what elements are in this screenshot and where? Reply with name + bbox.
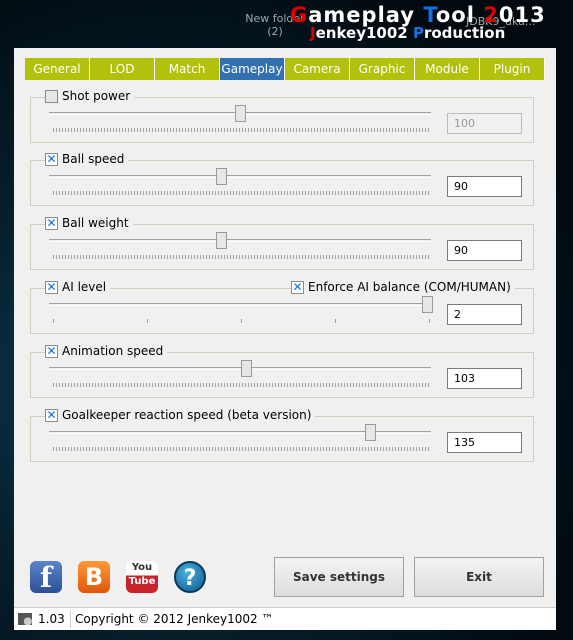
value-field[interactable]: 90 — [447, 240, 522, 261]
setting-toggle[interactable]: Shot power — [45, 89, 135, 103]
app-subtitle: Jenkey1002 Production — [310, 24, 506, 42]
checkbox[interactable]: ✕ — [291, 280, 304, 294]
setting-label: AI level — [62, 280, 107, 294]
blogger-icon[interactable]: B — [78, 561, 110, 593]
checkbox[interactable]: ✕ — [45, 280, 58, 294]
enforce-ai-balance-toggle[interactable]: ✕ Enforce AI balance (COM/HUMAN) — [291, 280, 515, 294]
status-divider — [70, 610, 71, 628]
slider-thumb[interactable] — [422, 296, 433, 313]
tab-match[interactable]: Match — [155, 58, 220, 80]
value-field[interactable]: 135 — [447, 432, 522, 453]
setting-toggle[interactable]: ✕ Ball weight — [45, 216, 133, 230]
help-icon[interactable]: ? — [174, 561, 206, 593]
setting-toggle[interactable]: ✕ Ball speed — [45, 152, 129, 166]
slider-thumb[interactable] — [215, 168, 227, 185]
slider-ticks — [53, 383, 431, 387]
slider-ticks — [53, 447, 431, 451]
slider-tick — [53, 319, 54, 323]
slider-track[interactable] — [49, 239, 431, 242]
group-ball: ✕ Ball speed 90 — [30, 152, 534, 206]
setting-toggle[interactable]: ✕ AI level — [45, 280, 111, 294]
setting-label: Animation speed — [62, 344, 164, 358]
tab-module[interactable]: Module — [415, 58, 480, 80]
group-ai: ✕ AI level ✕ Enforce AI balance (COM/HUMAN)… — [30, 280, 534, 334]
save-settings-button[interactable]: Save settings — [274, 557, 404, 597]
tab-lod[interactable]: LOD — [90, 58, 155, 80]
slider-track[interactable] — [49, 303, 431, 306]
version-label: 1.03 — [38, 612, 65, 626]
setting-label: Ball weight — [62, 216, 129, 230]
copyright-label: Copyright © 2012 Jenkey1002 ™ — [75, 612, 274, 626]
group-shot: Shot power 100 — [30, 89, 534, 143]
slider-thumb[interactable] — [364, 424, 376, 441]
checkbox[interactable] — [45, 89, 58, 103]
slider-ticks — [53, 191, 431, 195]
group-animation: ✕ Animation speed 103 — [30, 344, 534, 398]
slider-ticks — [53, 255, 431, 259]
setting-toggle[interactable]: ✕ Animation speed — [45, 344, 168, 358]
tab-general[interactable]: General — [25, 58, 90, 80]
slider-ticks — [53, 128, 431, 132]
setting-label: Goalkeeper reaction speed (beta version) — [62, 408, 312, 422]
group-ball: ✕ Ball weight 90 — [30, 216, 534, 270]
slider-thumb[interactable] — [235, 105, 246, 122]
status-bar: 1.03 Copyright © 2012 Jenkey1002 ™ — [14, 607, 556, 630]
slider-tick — [147, 319, 148, 323]
slider-thumb[interactable] — [240, 360, 252, 377]
slider-tick — [429, 319, 430, 323]
tab-plugin[interactable]: Plugin — [480, 58, 545, 80]
setting-label: Ball speed — [62, 152, 125, 166]
youtube-icon[interactable]: You Tube — [126, 561, 158, 593]
checkbox[interactable]: ✕ — [45, 344, 58, 358]
slider-tick — [335, 319, 336, 323]
value-field[interactable]: 103 — [447, 368, 522, 389]
tab-camera[interactable]: Camera — [285, 58, 350, 80]
tab-bar: General LOD Match Gameplay Camera Graphic Modu… — [25, 58, 545, 80]
main-window: General LOD Match Gameplay Camera Graphic Modu… — [14, 48, 556, 630]
checkbox[interactable]: ✕ — [45, 216, 58, 230]
group-goalkeeper: ✕ Goalkeeper reaction speed (beta version… — [30, 408, 534, 462]
checkbox[interactable]: ✕ — [45, 152, 58, 166]
disc-icon — [18, 613, 32, 625]
tab-gameplay[interactable]: Gameplay — [220, 58, 285, 80]
value-field[interactable]: 2 — [447, 304, 522, 325]
setting-toggle[interactable]: ✕ Goalkeeper reaction speed (beta version… — [45, 408, 316, 422]
exit-button[interactable]: Exit — [414, 557, 544, 597]
checkbox[interactable]: ✕ — [45, 408, 58, 422]
facebook-icon[interactable]: f — [30, 561, 62, 594]
setting-label: Shot power — [62, 89, 131, 103]
slider-thumb[interactable] — [215, 232, 227, 249]
slider-tick — [241, 319, 242, 323]
value-field[interactable]: 100 — [447, 113, 522, 134]
tab-graphic[interactable]: Graphic — [350, 58, 415, 80]
slider-track[interactable] — [49, 175, 431, 178]
value-field[interactable]: 90 — [447, 176, 522, 197]
setting-label: Enforce AI balance (COM/HUMAN) — [308, 280, 511, 294]
